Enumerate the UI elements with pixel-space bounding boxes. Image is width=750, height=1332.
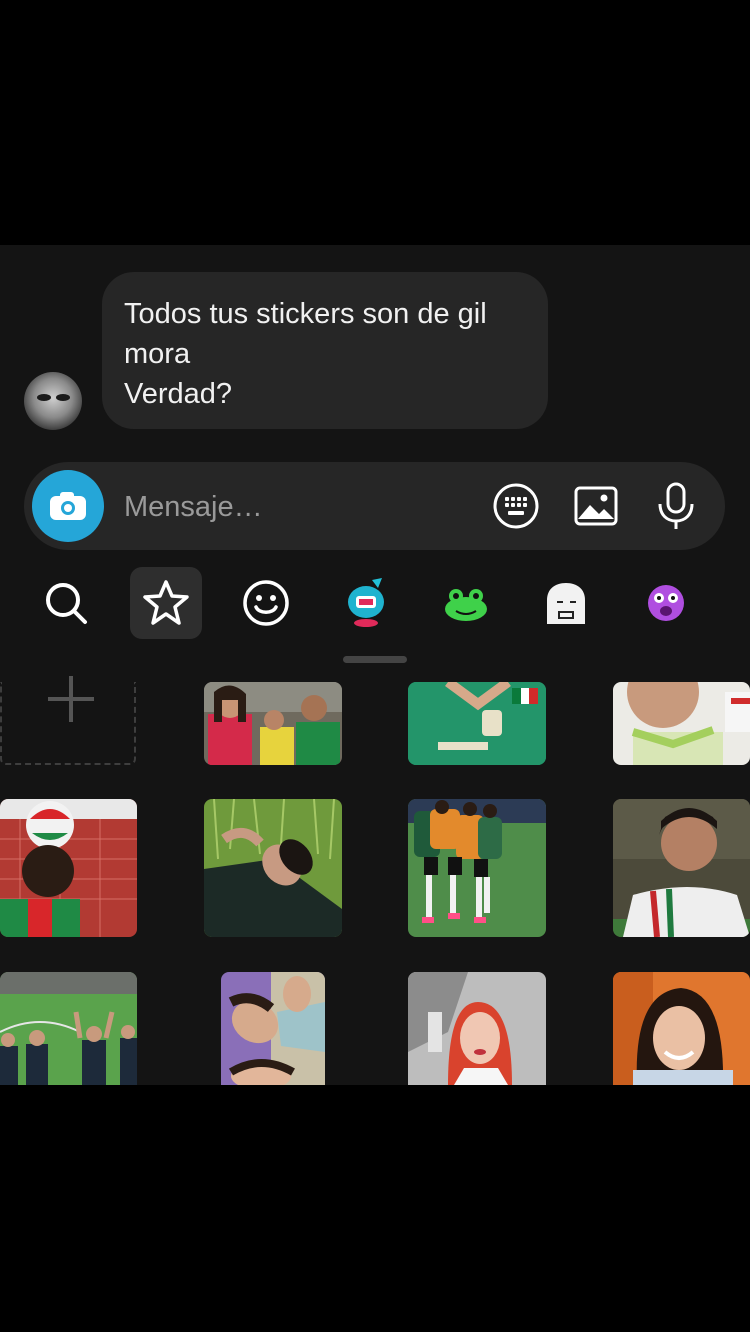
sticker-grid: [0, 676, 750, 1085]
tab-emoji[interactable]: [230, 567, 302, 639]
sticker-photo-smiling-woman[interactable]: [613, 972, 750, 1085]
sticker-image: [0, 972, 137, 1085]
sticker-photo-boy-stadium[interactable]: [613, 799, 750, 937]
sticker-image: [613, 682, 750, 765]
message-text: Todos tus stickers son de gil mora Verda…: [124, 298, 487, 410]
camera-button[interactable]: [32, 470, 104, 542]
sticker-image: [408, 799, 546, 937]
tab-pack-green-frog[interactable]: [430, 567, 502, 639]
message-composer: [24, 462, 725, 550]
sticker-tabs: [0, 567, 750, 639]
tab-pack-blue-character[interactable]: [330, 567, 402, 639]
add-sticker-button[interactable]: [0, 676, 136, 765]
search-icon: [46, 583, 87, 624]
star-icon: [143, 580, 189, 625]
chat-screen: Todos tus stickers son de gil mora Verda…: [0, 245, 750, 1085]
purple-face-sticker-icon: [648, 585, 684, 621]
image-icon: [574, 486, 618, 526]
sticker-image: [613, 972, 750, 1085]
tab-pack-purple-face[interactable]: [630, 567, 702, 639]
plus-icon: [69, 676, 73, 722]
sticker-image: [204, 682, 342, 765]
sticker-photo-lying-grass[interactable]: [204, 799, 342, 937]
drag-handle[interactable]: [343, 656, 407, 663]
message-row: Todos tus stickers son de gil mora Verda…: [24, 272, 584, 432]
sticker-image: [204, 799, 342, 937]
voice-button[interactable]: [652, 482, 700, 530]
tab-search[interactable]: [30, 567, 102, 639]
avatar-eye: [37, 394, 51, 401]
sticker-image: [613, 799, 750, 937]
sticker-photo-selfie-pair[interactable]: [221, 972, 325, 1085]
sticker-photo-boys-jerseys[interactable]: [204, 682, 342, 765]
sticker-photo-team-training[interactable]: [408, 799, 546, 937]
sticker-photo-field-celebration[interactable]: [0, 972, 137, 1085]
white-ghost-sticker-icon: [547, 583, 585, 624]
smiley-icon: [243, 580, 289, 626]
message-bubble[interactable]: Todos tus stickers son de gil mora Verda…: [102, 272, 548, 429]
sticker-image: [408, 972, 546, 1085]
keyboard-icon: [493, 483, 539, 529]
sticker-photo-redhead-girl[interactable]: [408, 972, 546, 1085]
sticker-image: [0, 799, 137, 937]
microphone-icon: [658, 482, 694, 529]
gallery-button[interactable]: [572, 482, 620, 530]
avatar[interactable]: [24, 372, 82, 430]
keyboard-button[interactable]: [492, 482, 540, 530]
blue-character-sticker-icon: [348, 578, 384, 627]
green-frog-sticker-icon: [445, 589, 487, 621]
message-input[interactable]: [122, 484, 466, 530]
tab-pack-white-ghost[interactable]: [530, 567, 602, 639]
avatar-eye: [56, 394, 70, 401]
sticker-image: [408, 682, 546, 765]
sticker-image: [221, 972, 325, 1085]
tab-favorites[interactable]: [130, 567, 202, 639]
camera-icon: [50, 492, 86, 520]
sticker-photo-boy-closeup[interactable]: [613, 682, 750, 765]
sticker-photo-green-jersey[interactable]: [408, 682, 546, 765]
sticker-photo-ball-header[interactable]: [0, 799, 137, 937]
